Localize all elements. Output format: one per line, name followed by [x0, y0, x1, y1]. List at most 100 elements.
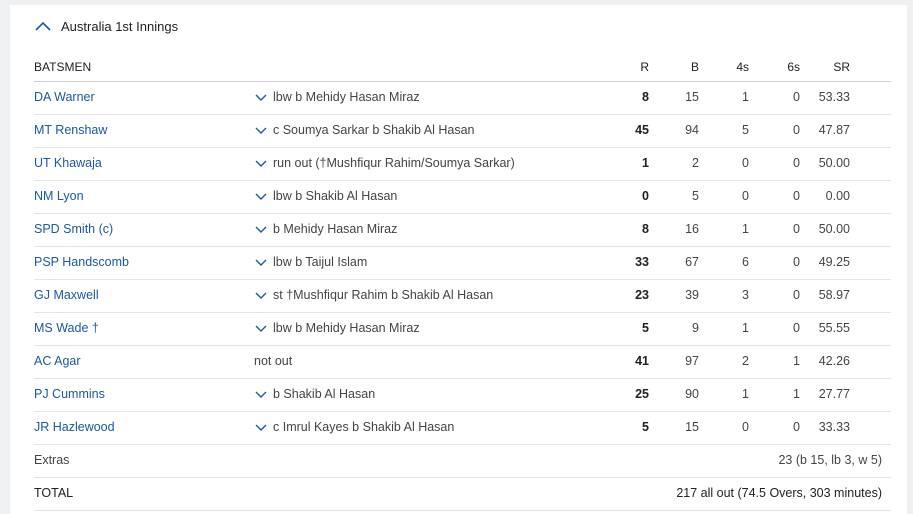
batsman-name-link[interactable]: PJ Cummins [34, 387, 105, 401]
batsman-name-link[interactable]: MS Wade † [34, 321, 99, 335]
batsman-row: MT Renshaw c Soumya Sarkar b Shakib Al Ha… [34, 114, 891, 148]
chevron-down-icon[interactable] [254, 422, 268, 432]
stat-strike-rate: 50.00 [818, 222, 850, 236]
stat-runs: 25 [635, 387, 649, 401]
stat-fours: 6 [742, 255, 749, 269]
header-strike-rate: SR [833, 60, 850, 74]
stat-sixes: 1 [793, 354, 800, 368]
batsman-name: MT Renshaw [34, 114, 107, 146]
stat-fours: 1 [742, 90, 749, 104]
dismissal[interactable]: b Shakib Al Hasan [254, 378, 375, 410]
stat-strike-rate: 33.33 [818, 420, 850, 434]
dismissal-text: lbw b Shakib Al Hasan [273, 189, 398, 203]
stat-fours: 3 [742, 288, 749, 302]
stat-balls: 94 [685, 123, 699, 137]
chevron-down-icon[interactable] [254, 92, 268, 102]
stat-runs: 8 [642, 90, 649, 104]
scorecard-card: Australia 1st Innings BATSMEN R B 4s 6s … [10, 5, 907, 514]
batsman-name: PJ Cummins [34, 378, 105, 410]
innings-toggle[interactable]: Australia 1st Innings [34, 15, 178, 37]
batsman-row: PJ Cummins b Shakib Al Hasan 25 90 1 1 27.77 [34, 378, 891, 412]
dismissal-text: lbw b Taijul Islam [273, 255, 368, 269]
extras-label: Extras [34, 453, 70, 467]
dismissal[interactable]: b Mehidy Hasan Miraz [254, 213, 397, 245]
batsman-name-link[interactable]: SPD Smith (c) [34, 222, 113, 236]
stat-runs: 45 [635, 123, 649, 137]
batsman-row: MS Wade † lbw b Mehidy Hasan Miraz 5 9 1 0 55.… [34, 312, 891, 346]
batsman-name: SPD Smith (c) [34, 213, 113, 245]
stat-balls: 15 [685, 90, 699, 104]
batsman-name-link[interactable]: PSP Handscomb [34, 255, 129, 269]
batsman-name: DA Warner [34, 81, 95, 113]
stat-strike-rate: 50.00 [818, 156, 850, 170]
chevron-down-icon[interactable] [254, 125, 268, 135]
stat-runs: 33 [635, 255, 649, 269]
stat-strike-rate: 0.00 [825, 189, 850, 203]
stat-fours: 0 [742, 156, 749, 170]
batsman-name-link[interactable]: UT Khawaja [34, 156, 102, 170]
stat-runs: 0 [642, 189, 649, 203]
dismissal[interactable]: run out (†Mushfiqur Rahim/Soumya Sarkar) [254, 147, 515, 179]
batsman-name-link[interactable]: JR Hazlewood [34, 420, 115, 434]
header-runs: R [640, 60, 649, 74]
chevron-down-icon[interactable] [254, 224, 268, 234]
header-balls: B [690, 60, 699, 74]
batsman-row: UT Khawaja run out (†Mushfiqur Rahim/Soum… [34, 147, 891, 181]
innings-title: Australia 1st Innings [61, 18, 179, 34]
batsman-name-link[interactable]: NM Lyon [34, 189, 84, 203]
stat-sixes: 0 [793, 222, 800, 236]
batsman-name: PSP Handscomb [34, 246, 129, 278]
dismissal[interactable]: lbw b Shakib Al Hasan [254, 180, 397, 212]
dismissal-text: c Soumya Sarkar b Shakib Al Hasan [273, 123, 475, 137]
dismissal-text: b Mehidy Hasan Miraz [273, 222, 398, 236]
stat-runs: 23 [635, 288, 649, 302]
dismissal[interactable]: c Soumya Sarkar b Shakib Al Hasan [254, 114, 475, 146]
stat-fours: 1 [742, 222, 749, 236]
stat-balls: 5 [692, 189, 699, 203]
stat-sixes: 0 [793, 321, 800, 335]
batsman-name-link[interactable]: DA Warner [34, 90, 95, 104]
dismissal-text: st †Mushfiqur Rahim b Shakib Al Hasan [273, 288, 494, 302]
stat-strike-rate: 55.55 [818, 321, 850, 335]
total-value: 217 all out (74.5 Overs, 303 minutes) [676, 486, 882, 500]
stat-sixes: 0 [793, 156, 800, 170]
chevron-down-icon[interactable] [254, 191, 268, 201]
stat-strike-rate: 42.26 [818, 354, 850, 368]
batsman-name-link[interactable]: MT Renshaw [34, 123, 107, 137]
dismissal-text: lbw b Mehidy Hasan Miraz [273, 90, 420, 104]
batsman-name-link[interactable]: GJ Maxwell [34, 288, 99, 302]
stat-strike-rate: 53.33 [818, 90, 850, 104]
dismissal-text: not out [254, 354, 293, 368]
chevron-down-icon[interactable] [254, 158, 268, 168]
dismissal-text: run out (†Mushfiqur Rahim/Soumya Sarkar) [273, 156, 515, 170]
dismissal[interactable]: st †Mushfiqur Rahim b Shakib Al Hasan [254, 279, 493, 311]
chevron-down-icon[interactable] [254, 257, 268, 267]
stat-sixes: 0 [793, 255, 800, 269]
extras-value: 23 (b 15, lb 3, w 5) [778, 453, 882, 467]
chevron-down-icon[interactable] [254, 323, 268, 333]
dismissal[interactable]: c Imrul Kayes b Shakib Al Hasan [254, 411, 454, 443]
stat-balls: 97 [685, 354, 699, 368]
dismissal[interactable]: lbw b Taijul Islam [254, 246, 367, 278]
stat-balls: 67 [685, 255, 699, 269]
batsman-name: NM Lyon [34, 180, 84, 212]
stat-sixes: 0 [793, 189, 800, 203]
chevron-down-icon[interactable] [254, 290, 268, 300]
stat-fours: 1 [742, 321, 749, 335]
total-row: TOTAL 217 all out (74.5 Overs, 303 minut… [34, 477, 891, 511]
stat-fours: 2 [742, 354, 749, 368]
batsman-row: GJ Maxwell st †Mushfiqur Rahim b Shakib A… [34, 279, 891, 313]
chevron-down-icon[interactable] [254, 389, 268, 399]
stat-strike-rate: 49.25 [818, 255, 850, 269]
dismissal[interactable]: lbw b Mehidy Hasan Miraz [254, 81, 420, 113]
batsman-row: NM Lyon lbw b Shakib Al Hasan 0 5 0 0 0.00 [34, 180, 891, 214]
dismissal[interactable]: lbw b Mehidy Hasan Miraz [254, 312, 420, 344]
batsman-name-link[interactable]: AC Agar [34, 354, 81, 368]
stat-balls: 2 [692, 156, 699, 170]
stat-runs: 5 [642, 420, 649, 434]
stat-balls: 90 [685, 387, 699, 401]
chevron-up-icon[interactable] [34, 20, 52, 32]
stat-strike-rate: 58.97 [818, 288, 850, 302]
stat-balls: 39 [685, 288, 699, 302]
stat-fours: 0 [742, 420, 749, 434]
